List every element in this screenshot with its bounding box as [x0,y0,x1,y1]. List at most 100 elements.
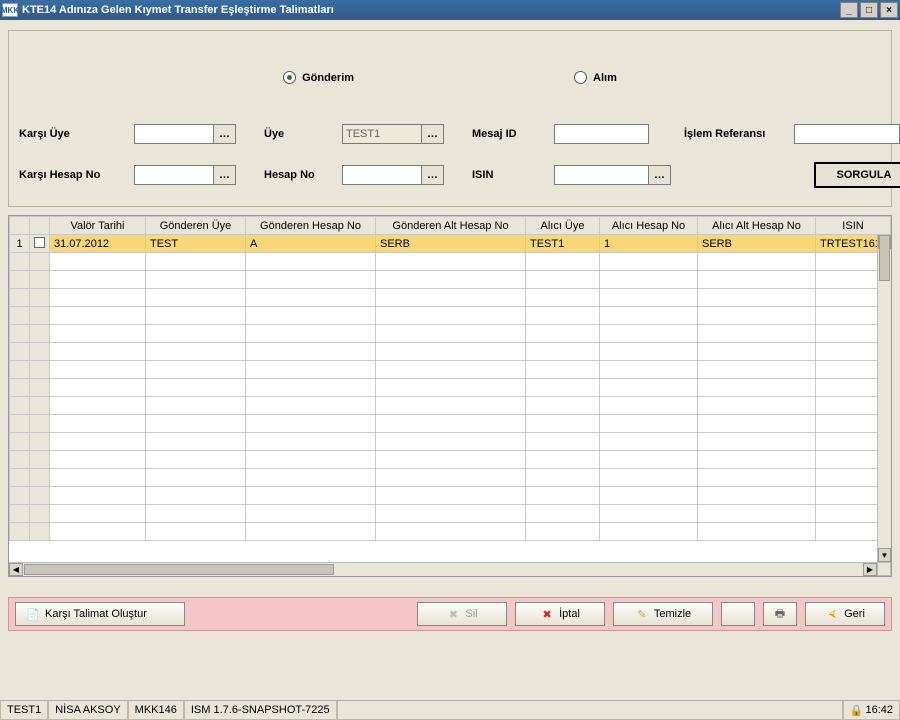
cell [146,433,246,451]
cell [246,433,376,451]
table-row[interactable] [10,397,891,415]
status-clock: 🔒 16:42 [843,701,900,720]
scroll-right-icon[interactable]: ▶ [863,563,877,576]
table-row[interactable] [10,271,891,289]
row-checkbox-cell[interactable] [30,415,50,433]
cell [600,451,698,469]
lookup-uye[interactable]: … [422,124,444,144]
cell [376,379,526,397]
cell [246,505,376,523]
row-number [10,397,30,415]
cell [698,307,816,325]
table-row[interactable] [10,451,891,469]
row-checkbox-cell[interactable] [30,361,50,379]
row-checkbox-cell[interactable] [30,307,50,325]
maximize-button[interactable]: □ [860,2,878,18]
row-checkbox-cell[interactable] [30,505,50,523]
cell [246,361,376,379]
cell [146,379,246,397]
col-gonderen-uye[interactable]: Gönderen Üye [146,217,246,235]
input-isin[interactable] [554,165,649,185]
col-alici-uye[interactable]: Alıcı Üye [526,217,600,235]
cell [698,397,816,415]
col-valor-tarihi[interactable]: Valör Tarihi [50,217,146,235]
table-row[interactable] [10,523,891,541]
lookup-hesap-no[interactable]: … [422,165,444,185]
row-checkbox-cell[interactable] [30,523,50,541]
col-alici-alt-hesap-no[interactable]: Alıcı Alt Hesap No [698,217,816,235]
col-alici-hesap-no[interactable]: Alıcı Hesap No [600,217,698,235]
table-row[interactable] [10,361,891,379]
hscroll-thumb[interactable] [24,564,334,575]
clear-button[interactable]: ✎ Temizle [613,602,713,626]
row-checkbox-cell[interactable] [30,487,50,505]
table-row[interactable] [10,487,891,505]
cancel-button[interactable]: ✖ İptal [515,602,605,626]
table-row[interactable] [10,469,891,487]
input-islem-referansi[interactable] [794,124,900,144]
cell [698,361,816,379]
cell [50,289,146,307]
row-checkbox-cell[interactable] [30,469,50,487]
lookup-isin[interactable]: … [649,165,671,185]
cell [526,397,600,415]
input-hesap-no[interactable] [342,165,422,185]
back-label: Geri [844,608,865,620]
row-checkbox-cell[interactable] [30,397,50,415]
row-checkbox-cell[interactable] [30,253,50,271]
checkbox-icon[interactable] [34,237,45,248]
col-isin[interactable]: ISIN [816,217,891,235]
row-checkbox-cell[interactable] [30,451,50,469]
row-number [10,433,30,451]
table-row[interactable] [10,433,891,451]
table-row[interactable] [10,343,891,361]
close-button[interactable]: × [880,2,898,18]
unknown-square-button[interactable] [721,602,755,626]
cell [146,415,246,433]
table-row[interactable] [10,379,891,397]
cell [526,271,600,289]
col-gonderen-alt-hesap-no[interactable]: Gönderen Alt Hesap No [376,217,526,235]
row-number [10,325,30,343]
col-gonderen-hesap-no[interactable]: Gönderen Hesap No [246,217,376,235]
label-isin: ISIN [472,169,554,181]
row-checkbox-cell[interactable] [30,235,50,253]
table-row[interactable] [10,253,891,271]
minimize-button[interactable]: _ [840,2,858,18]
table-row[interactable] [10,505,891,523]
table-row[interactable] [10,325,891,343]
cell [146,523,246,541]
table-row[interactable] [10,307,891,325]
cancel-icon: ✖ [540,607,554,621]
print-button[interactable]: 🖶 [763,602,797,626]
radio-gonderim[interactable]: Gönderim [283,71,354,84]
row-checkbox-cell[interactable] [30,325,50,343]
create-counter-instruction-button[interactable]: 📄 Karşı Talimat Oluştur [15,602,185,626]
vscroll-thumb[interactable] [879,235,890,281]
table-row[interactable] [10,289,891,307]
table-row[interactable]: 131.07.2012TESTASERBTEST11SERBTRTEST161 [10,235,891,253]
vertical-scrollbar[interactable]: ▲ ▼ [877,235,891,562]
row-number [10,487,30,505]
row-checkbox-cell[interactable] [30,379,50,397]
radio-alim[interactable]: Alım [574,71,617,84]
cell [376,271,526,289]
table-row[interactable] [10,415,891,433]
horizontal-scrollbar[interactable]: ◀ ▶ [9,562,877,576]
delete-button[interactable]: ✖ Sil [417,602,507,626]
row-checkbox-cell[interactable] [30,343,50,361]
scroll-down-icon[interactable]: ▼ [878,548,891,562]
scroll-left-icon[interactable]: ◀ [9,563,23,576]
lookup-karsi-hesap-no[interactable]: … [214,165,236,185]
input-mesaj-id[interactable] [554,124,649,144]
row-checkbox-cell[interactable] [30,271,50,289]
row-checkbox-cell[interactable] [30,289,50,307]
row-checkbox-cell[interactable] [30,433,50,451]
input-karsi-uye[interactable] [134,124,214,144]
sorgula-button[interactable]: SORGULA [814,162,900,188]
cell [146,325,246,343]
input-karsi-hesap-no[interactable] [134,165,214,185]
lookup-karsi-uye[interactable]: … [214,124,236,144]
cell [246,343,376,361]
back-button[interactable]: ⮘ Geri [805,602,885,626]
